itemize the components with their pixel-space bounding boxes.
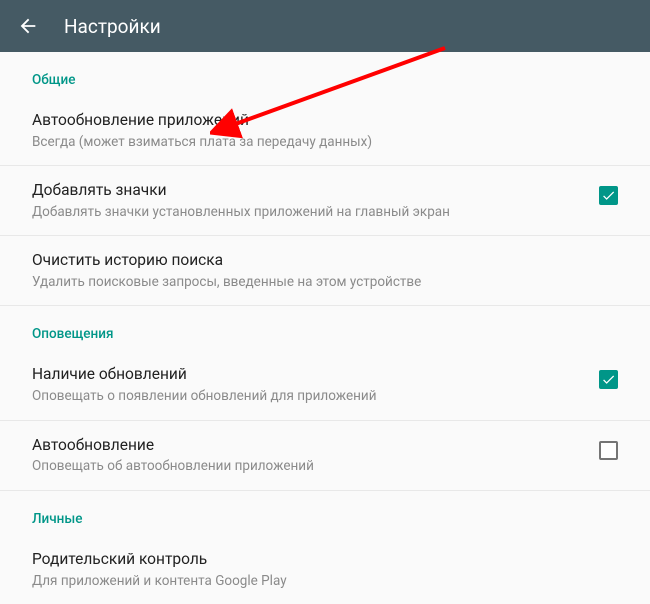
section-label-notifications: Оповещения bbox=[0, 306, 650, 350]
checkbox-auto-update-notify[interactable] bbox=[599, 441, 618, 460]
appbar-title: Настройки bbox=[64, 15, 161, 38]
item-clear-search-history[interactable]: Очистить историю поиска Удалить поисковы… bbox=[0, 236, 650, 305]
item-add-icons[interactable]: Добавлять значки Добавлять значки устано… bbox=[0, 166, 650, 235]
checkbox-updates-available[interactable] bbox=[599, 370, 618, 389]
item-title: Добавлять значки bbox=[32, 180, 583, 201]
check-icon bbox=[601, 188, 616, 203]
item-title: Автообновление bbox=[32, 435, 583, 456]
item-title: Очистить историю поиска bbox=[32, 250, 618, 271]
item-parental-control[interactable]: Родительский контроль Для приложений и к… bbox=[0, 535, 650, 604]
item-auto-update-apps[interactable]: Автообновление приложений Всегда (может … bbox=[0, 96, 650, 165]
section-label-personal: Личные bbox=[0, 491, 650, 535]
settings-content: Общие Автообновление приложений Всегда (… bbox=[0, 52, 650, 604]
item-subtitle: Для приложений и контента Google Play bbox=[32, 572, 618, 590]
item-title: Наличие обновлений bbox=[32, 364, 583, 385]
arrow-back-icon bbox=[17, 15, 39, 37]
item-subtitle: Оповещать об автообновлении приложений bbox=[32, 457, 583, 475]
item-auto-update-notify[interactable]: Автообновление Оповещать об автообновлен… bbox=[0, 421, 650, 490]
check-icon bbox=[601, 372, 616, 387]
section-label-general: Общие bbox=[0, 52, 650, 96]
item-subtitle: Добавлять значки установленных приложени… bbox=[32, 203, 583, 221]
back-button[interactable] bbox=[16, 14, 40, 38]
item-subtitle: Удалить поисковые запросы, введенные на … bbox=[32, 273, 618, 291]
appbar: Настройки bbox=[0, 0, 650, 52]
item-subtitle: Оповещать о появлении обновлений для при… bbox=[32, 387, 583, 405]
checkbox-add-icons[interactable] bbox=[599, 186, 618, 205]
item-title: Автообновление приложений bbox=[32, 110, 618, 131]
item-subtitle: Всегда (может взиматься плата за передач… bbox=[32, 133, 618, 151]
item-updates-available[interactable]: Наличие обновлений Оповещать о появлении… bbox=[0, 350, 650, 419]
item-title: Родительский контроль bbox=[32, 549, 618, 570]
